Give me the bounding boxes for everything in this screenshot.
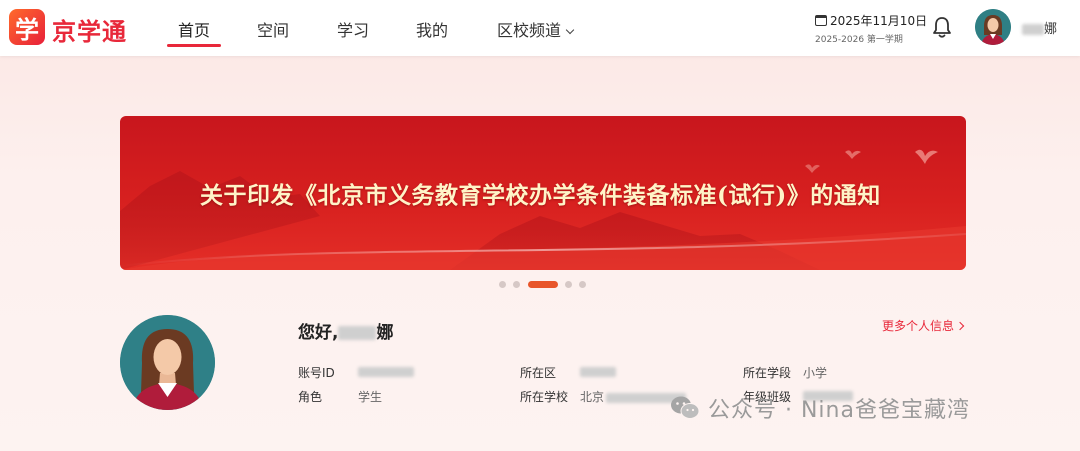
district-value [580,364,616,378]
stage-value: 小学 [803,366,828,380]
nav-space[interactable]: 空间 [257,17,289,41]
chevron-down-icon [565,25,575,35]
user-name-suffix: 娜 [1044,22,1058,37]
banner-title: 关于印发《北京市义务教育学校办学条件装备标准(试行)》的通知 [200,182,881,209]
greeting: 您好, 娜 [298,318,393,343]
carousel-dot-2[interactable] [513,281,520,288]
nav-study[interactable]: 学习 [337,17,369,41]
nav-home[interactable]: 首页 [178,17,210,41]
more-link-label: 更多个人信息 [882,319,955,333]
nav-district-channel-label: 区校频道 [497,21,562,40]
redacted-name [1022,24,1044,35]
carousel-dot-3-active[interactable] [528,281,558,288]
logo-glyph: 学 [15,15,39,44]
greeting-prefix: 您好, [298,323,339,343]
current-date: 2025年11月10日 [830,14,928,28]
logo-text[interactable]: 京学通 [52,12,127,47]
carousel-dot-1[interactable] [499,281,506,288]
role-value: 学生 [358,390,383,404]
wechat-icon [671,396,700,419]
logo-icon[interactable]: 学 [9,9,45,45]
date-block: 2025年11月10日 2025-2026 第一学期 [815,12,927,45]
district-label: 所在区 [520,366,557,380]
school-value-prefix: 北京 [580,390,605,404]
watermark-text: 公众号 · Nina爸爸宝藏湾 [708,398,970,423]
nav-mine[interactable]: 我的 [416,17,448,41]
school-label: 所在学校 [520,390,569,404]
greeting-suffix: 娜 [376,323,394,343]
top-header: 学 京学通 首页 空间 学习 我的 区校频道 2025年11月10日 2025-… [0,0,1080,56]
more-personal-info-link[interactable]: 更多个人信息 [882,317,965,334]
chevron-right-icon [955,321,965,331]
bell-icon[interactable] [931,15,953,39]
account-id-label: 账号ID [298,366,335,380]
announcement-banner[interactable]: 关于印发《北京市义务教育学校办学条件装备标准(试行)》的通知 [120,116,966,270]
redacted-account-id [358,366,414,377]
profile-avatar [120,315,215,410]
redacted-district [580,366,616,377]
nav-district-channel[interactable]: 区校频道 [497,17,575,41]
user-name-top[interactable]: 娜 [1022,18,1057,37]
date-row: 2025年11月10日 [815,12,927,29]
calendar-icon [815,15,827,26]
nav-active-indicator [167,44,221,47]
carousel-dot-4[interactable] [565,281,572,288]
carousel-dot-5[interactable] [579,281,586,288]
user-avatar[interactable] [975,9,1011,45]
redacted-name [338,326,377,340]
wechat-watermark: 公众号 · Nina爸爸宝藏湾 [670,392,970,424]
role-label: 角色 [298,390,323,404]
stage-label: 所在学段 [743,366,792,380]
current-term: 2025-2026 第一学期 [815,35,903,45]
account-id-value [358,364,414,378]
